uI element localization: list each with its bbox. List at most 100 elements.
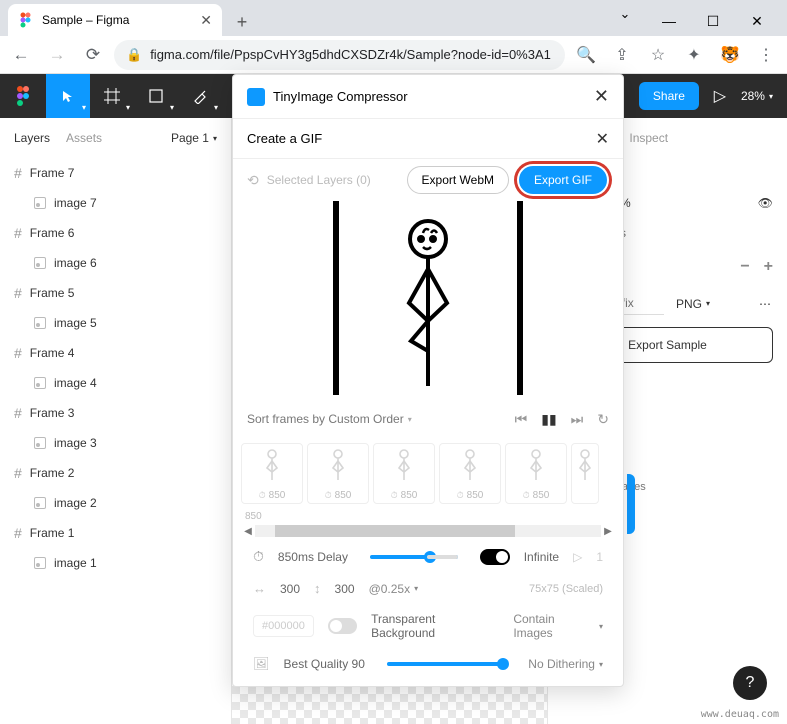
minimize-button[interactable]: —: [647, 6, 691, 36]
image-icon: [34, 317, 46, 329]
layer-frame[interactable]: #Frame 7: [0, 158, 231, 188]
scale-dropdown[interactable]: @0.25x▾: [369, 582, 419, 596]
frame-thumbnail[interactable]: 850: [241, 443, 303, 504]
layer-frame[interactable]: #Frame 4: [0, 338, 231, 368]
selected-layers-label: Selected Layers (0): [267, 173, 399, 187]
next-frame-icon[interactable]: ⏭: [571, 411, 584, 428]
delay-slider[interactable]: [370, 555, 458, 559]
frame-icon: #: [14, 285, 22, 301]
layer-frame[interactable]: #Frame 2: [0, 458, 231, 488]
stick-figure: [393, 211, 463, 391]
figma-favicon: [18, 12, 34, 28]
frame-thumbnail[interactable]: 850: [373, 443, 435, 504]
tab-layers[interactable]: Layers: [14, 131, 50, 145]
height-value[interactable]: 300: [335, 582, 355, 596]
present-button[interactable]: ▷: [705, 86, 735, 106]
frame-icon: #: [14, 165, 22, 181]
zoom-control[interactable]: 28%▾: [741, 89, 773, 103]
bg-hex-input[interactable]: #000000: [253, 615, 314, 637]
page-selector[interactable]: Page 1▾: [171, 131, 217, 145]
reload-button[interactable]: ⟳: [78, 40, 108, 70]
layers-panel: Layers Assets Page 1▾ #Frame 7image 7#Fr…: [0, 118, 232, 724]
plugin-close-icon[interactable]: ✕: [594, 86, 609, 107]
plugin-logo-icon: [247, 88, 265, 106]
layer-image[interactable]: image 6: [0, 248, 231, 278]
loop-icon[interactable]: ↻: [597, 411, 609, 428]
layer-image[interactable]: image 7: [0, 188, 231, 218]
watermark: www.deuaq.com: [701, 709, 779, 720]
export-gif-button[interactable]: Export GIF: [519, 166, 607, 194]
figma-menu-button[interactable]: [0, 74, 46, 118]
extensions-icon[interactable]: ✦: [679, 40, 709, 70]
width-value[interactable]: 300: [280, 582, 300, 596]
help-button[interactable]: ?: [733, 666, 767, 700]
eye-icon[interactable]: 👁: [758, 196, 773, 210]
tab-close-icon[interactable]: ✕: [200, 12, 212, 29]
profile-avatar[interactable]: 🐯: [715, 40, 745, 70]
layer-image[interactable]: image 2: [0, 488, 231, 518]
image-icon: [34, 377, 46, 389]
close-window-button[interactable]: ✕: [735, 6, 779, 36]
bookmark-icon[interactable]: ☆: [643, 40, 673, 70]
browser-tab[interactable]: Sample – Figma ✕: [8, 4, 222, 36]
infinite-label: Infinite: [524, 550, 559, 564]
image-icon: [34, 197, 46, 209]
transparent-bg-label: Transparent Background: [371, 612, 499, 640]
minus-icon[interactable]: −: [740, 258, 749, 276]
layer-image[interactable]: image 5: [0, 308, 231, 338]
move-tool[interactable]: ▾: [46, 74, 90, 118]
zoom-icon[interactable]: 🔍: [571, 40, 601, 70]
share-url-icon[interactable]: ⇪: [607, 40, 637, 70]
plugin-sub-close-icon[interactable]: ✕: [596, 129, 609, 149]
frame-thumbnail[interactable]: [571, 443, 599, 504]
tab-assets[interactable]: Assets: [66, 131, 102, 145]
quality-slider[interactable]: [387, 662, 506, 666]
frame-thumbnail[interactable]: 850: [505, 443, 567, 504]
tinyimage-plugin-dialog: TinyImage Compressor ✕ Create a GIF ✕ ⟲ …: [232, 74, 624, 687]
delay-label: 850ms Delay: [278, 550, 348, 564]
pen-tool[interactable]: ▾: [178, 74, 222, 118]
scaled-dims: 75x75 (Scaled): [529, 583, 603, 595]
tab-title: Sample – Figma: [42, 13, 192, 27]
frame-tool[interactable]: ▾: [90, 74, 134, 118]
clock-icon: ⏱: [253, 548, 264, 565]
frame-icon: #: [14, 405, 22, 421]
plus-icon[interactable]: +: [764, 258, 773, 276]
dithering-dropdown[interactable]: No Dithering▾: [528, 657, 603, 671]
prev-frame-icon[interactable]: ⏮: [515, 411, 528, 428]
highlight-export-gif: Export GIF: [517, 164, 609, 196]
strip-left-ms: 850: [245, 511, 262, 522]
frame-thumbnail[interactable]: 850: [307, 443, 369, 504]
layer-frame[interactable]: #Frame 6: [0, 218, 231, 248]
sort-dropdown[interactable]: Sort frames by Custom Order▾: [247, 412, 412, 426]
frame-thumbnail[interactable]: 850: [439, 443, 501, 504]
export-options-icon[interactable]: ⋯: [759, 297, 773, 311]
contain-dropdown[interactable]: Contain Images▾: [513, 612, 603, 640]
menu-icon[interactable]: ⋮: [751, 40, 781, 70]
export-format-dropdown[interactable]: PNG▾: [676, 297, 710, 311]
share-button[interactable]: Share: [639, 82, 699, 110]
new-tab-button[interactable]: +: [228, 8, 256, 36]
transparent-bg-toggle[interactable]: [328, 618, 357, 634]
frame-icon: #: [14, 465, 22, 481]
layer-image[interactable]: image 3: [0, 428, 231, 458]
maximize-button[interactable]: ☐: [691, 6, 735, 36]
layer-image[interactable]: image 1: [0, 548, 231, 578]
infinite-toggle[interactable]: [480, 549, 510, 565]
layer-frame[interactable]: #Frame 1: [0, 518, 231, 548]
export-webm-button[interactable]: Export WebM: [407, 166, 509, 194]
frames-scrollbar[interactable]: ◀ ▶: [233, 522, 623, 540]
tab-inspect[interactable]: Inspect: [629, 131, 668, 145]
image-icon: [34, 557, 46, 569]
shape-tool[interactable]: ▾: [134, 74, 178, 118]
pause-icon[interactable]: ▮▮: [541, 411, 556, 428]
layer-frame[interactable]: #Frame 5: [0, 278, 231, 308]
address-bar[interactable]: 🔒 figma.com/file/PpspCvHY3g5dhdCXSDZr4k/…: [114, 40, 565, 70]
back-button[interactable]: ←: [6, 40, 36, 70]
refresh-icon[interactable]: ⟲: [247, 172, 259, 189]
chevron-down-icon[interactable]: ⌄: [603, 6, 647, 36]
frames-strip[interactable]: 850 850850850850850: [233, 437, 623, 508]
plugin-title: TinyImage Compressor: [273, 89, 408, 104]
layer-image[interactable]: image 4: [0, 368, 231, 398]
layer-frame[interactable]: #Frame 3: [0, 398, 231, 428]
